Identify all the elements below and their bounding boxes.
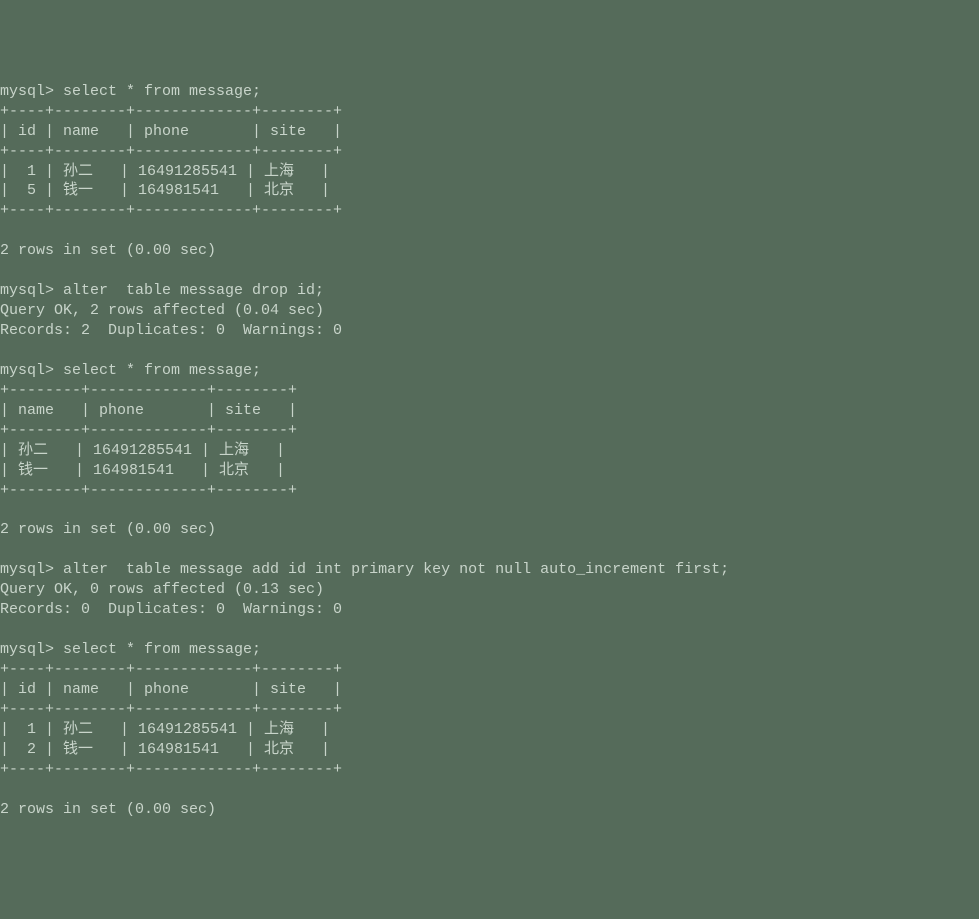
query-alter-drop: alter table message drop id; (63, 282, 324, 299)
prompt-4: mysql> (0, 561, 63, 578)
table2-border-mid: +--------+-------------+--------+ (0, 422, 297, 439)
query-select-3: select * from message; (63, 641, 261, 658)
table3-row-1: | 1 | 孙二 | 16491285541 | 上海 | (0, 721, 330, 738)
prompt-1: mysql> (0, 83, 63, 100)
table3-border-bot: +----+--------+-------------+--------+ (0, 761, 342, 778)
table3-border-mid: +----+--------+-------------+--------+ (0, 701, 342, 718)
table3-row-2: | 2 | 钱一 | 164981541 | 北京 | (0, 741, 330, 758)
table1-border-bot: +----+--------+-------------+--------+ (0, 202, 342, 219)
alter1-result-line1: Query OK, 2 rows affected (0.04 sec) (0, 302, 324, 319)
query-select-1: select * from message; (63, 83, 261, 100)
table1-border-top: +----+--------+-------------+--------+ (0, 103, 342, 120)
table2-header: | name | phone | site | (0, 402, 297, 419)
prompt-3: mysql> (0, 362, 63, 379)
alter2-result-line1: Query OK, 0 rows affected (0.13 sec) (0, 581, 324, 598)
prompt-2: mysql> (0, 282, 63, 299)
table2-border-bot: +--------+-------------+--------+ (0, 482, 297, 499)
table1-border-mid: +----+--------+-------------+--------+ (0, 143, 342, 160)
table1-header: | id | name | phone | site | (0, 123, 342, 140)
result-1: 2 rows in set (0.00 sec) (0, 242, 216, 259)
result-2: 2 rows in set (0.00 sec) (0, 521, 216, 538)
table2-row-1: | 孙二 | 16491285541 | 上海 | (0, 442, 285, 459)
table2-border-top: +--------+-------------+--------+ (0, 382, 297, 399)
mysql-terminal[interactable]: mysql> select * from message; +----+----… (0, 82, 979, 820)
query-alter-add: alter table message add id int primary k… (63, 561, 729, 578)
alter2-result-line2: Records: 0 Duplicates: 0 Warnings: 0 (0, 601, 342, 618)
table1-row-2: | 5 | 钱一 | 164981541 | 北京 | (0, 182, 330, 199)
table3-header: | id | name | phone | site | (0, 681, 342, 698)
alter1-result-line2: Records: 2 Duplicates: 0 Warnings: 0 (0, 322, 342, 339)
table3-border-top: +----+--------+-------------+--------+ (0, 661, 342, 678)
table1-row-1: | 1 | 孙二 | 16491285541 | 上海 | (0, 163, 330, 180)
prompt-5: mysql> (0, 641, 63, 658)
result-3: 2 rows in set (0.00 sec) (0, 801, 216, 818)
query-select-2: select * from message; (63, 362, 261, 379)
table2-row-2: | 钱一 | 164981541 | 北京 | (0, 462, 285, 479)
